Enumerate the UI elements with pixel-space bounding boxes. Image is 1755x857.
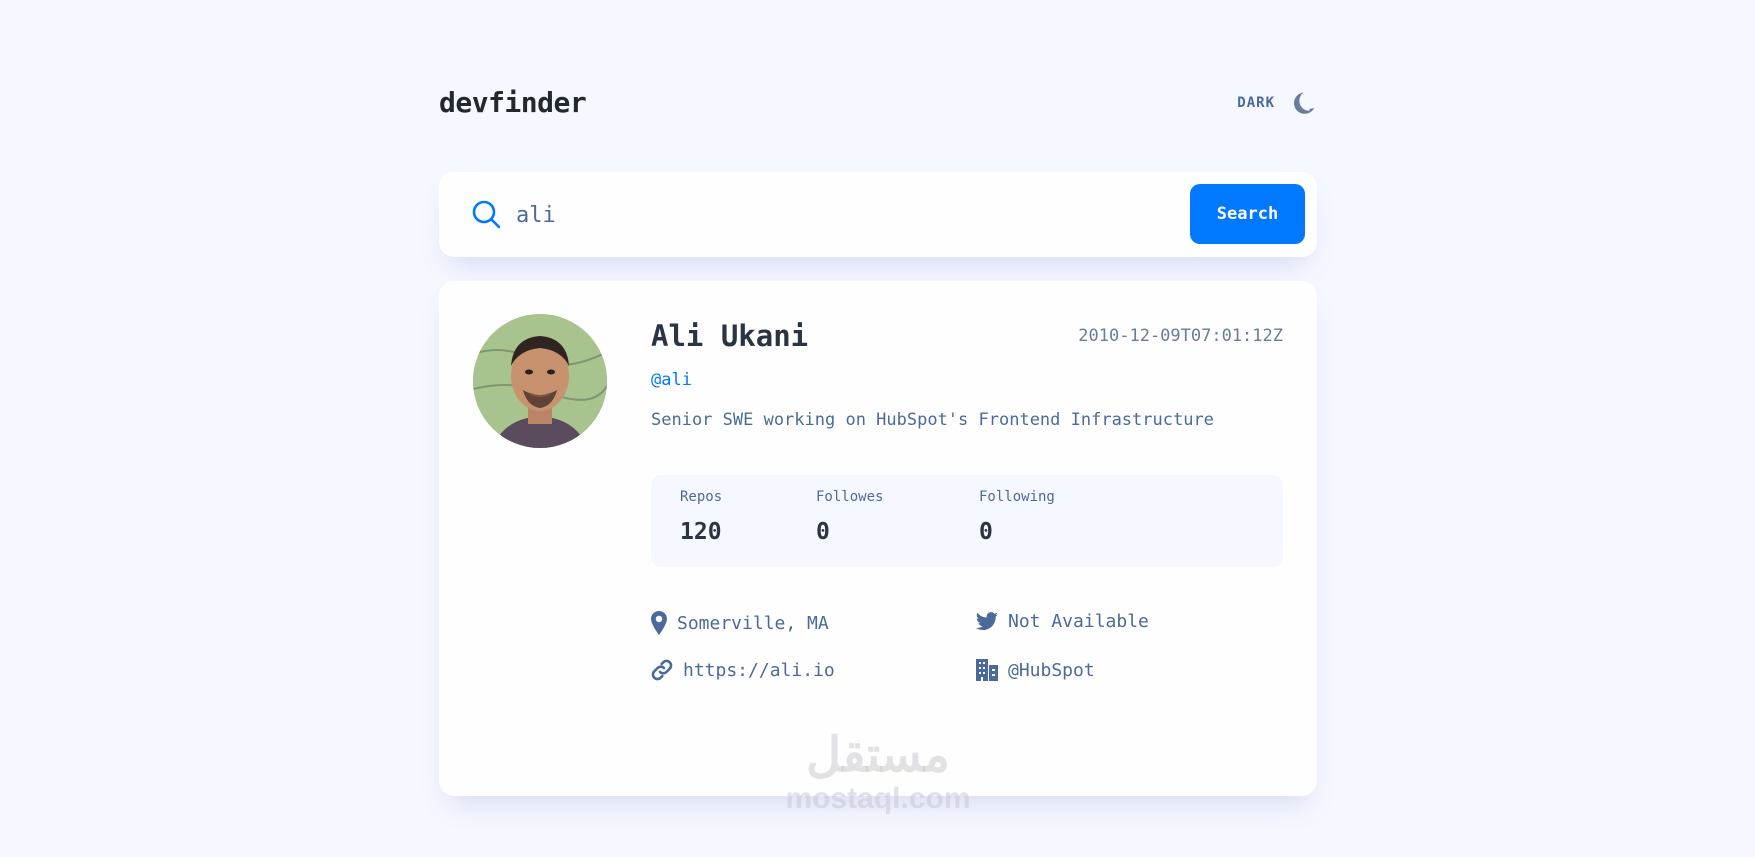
search-bar: Search <box>439 172 1317 257</box>
website-item[interactable]: https://ali.io <box>651 659 835 681</box>
location-text: Somerville, MA <box>677 612 829 634</box>
profile-card: Ali Ukani 2010-12-09T07:01:12Z @ali Seni… <box>439 281 1317 796</box>
avatar <box>473 314 607 448</box>
profile-name: Ali Ukani <box>651 319 809 353</box>
stat-repos: Repos 120 <box>680 489 722 545</box>
stat-followers: Followes 0 <box>816 489 883 545</box>
watermark-arabic: مستقل <box>806 729 950 782</box>
profile-login[interactable]: @ali <box>651 370 692 390</box>
search-input[interactable] <box>514 194 1118 236</box>
stat-following: Following 0 <box>979 489 1055 545</box>
app-header: devfinder DARK <box>439 86 1317 126</box>
twitter-text: Not Available <box>1008 611 1149 632</box>
stats-panel: Repos 120 Followes 0 Following 0 <box>651 475 1283 567</box>
watermark: مستقل mostaql.com <box>770 730 986 816</box>
company-item: @HubSpot <box>976 659 1095 681</box>
profile-bio: Senior SWE working on HubSpot's Frontend… <box>651 410 1214 430</box>
location-item: Somerville, MA <box>651 611 829 635</box>
joined-date: 2010-12-09T07:01:12Z <box>1078 326 1283 346</box>
stat-label: Following <box>979 489 1055 505</box>
twitter-item: Not Available <box>976 611 1149 632</box>
stat-value: 0 <box>979 519 993 545</box>
stat-label: Followes <box>816 489 884 505</box>
company-text: @HubSpot <box>1008 659 1095 681</box>
stat-label: Repos <box>680 489 723 505</box>
link-icon <box>651 659 673 681</box>
moon-icon[interactable] <box>1291 90 1317 116</box>
twitter-icon <box>976 611 998 630</box>
theme-toggle-label[interactable]: DARK <box>1237 95 1275 111</box>
search-icon <box>472 200 501 229</box>
stat-value: 120 <box>680 519 722 545</box>
app-logo: devfinder <box>439 86 587 119</box>
website-link[interactable]: https://ali.io <box>683 660 835 681</box>
location-pin-icon <box>651 611 667 635</box>
office-building-icon <box>976 659 998 681</box>
search-button[interactable]: Search <box>1190 184 1305 244</box>
theme-toggle[interactable]: DARK <box>1237 90 1317 116</box>
stat-value: 0 <box>816 519 830 545</box>
watermark-latin: mostaql.com <box>785 782 971 815</box>
